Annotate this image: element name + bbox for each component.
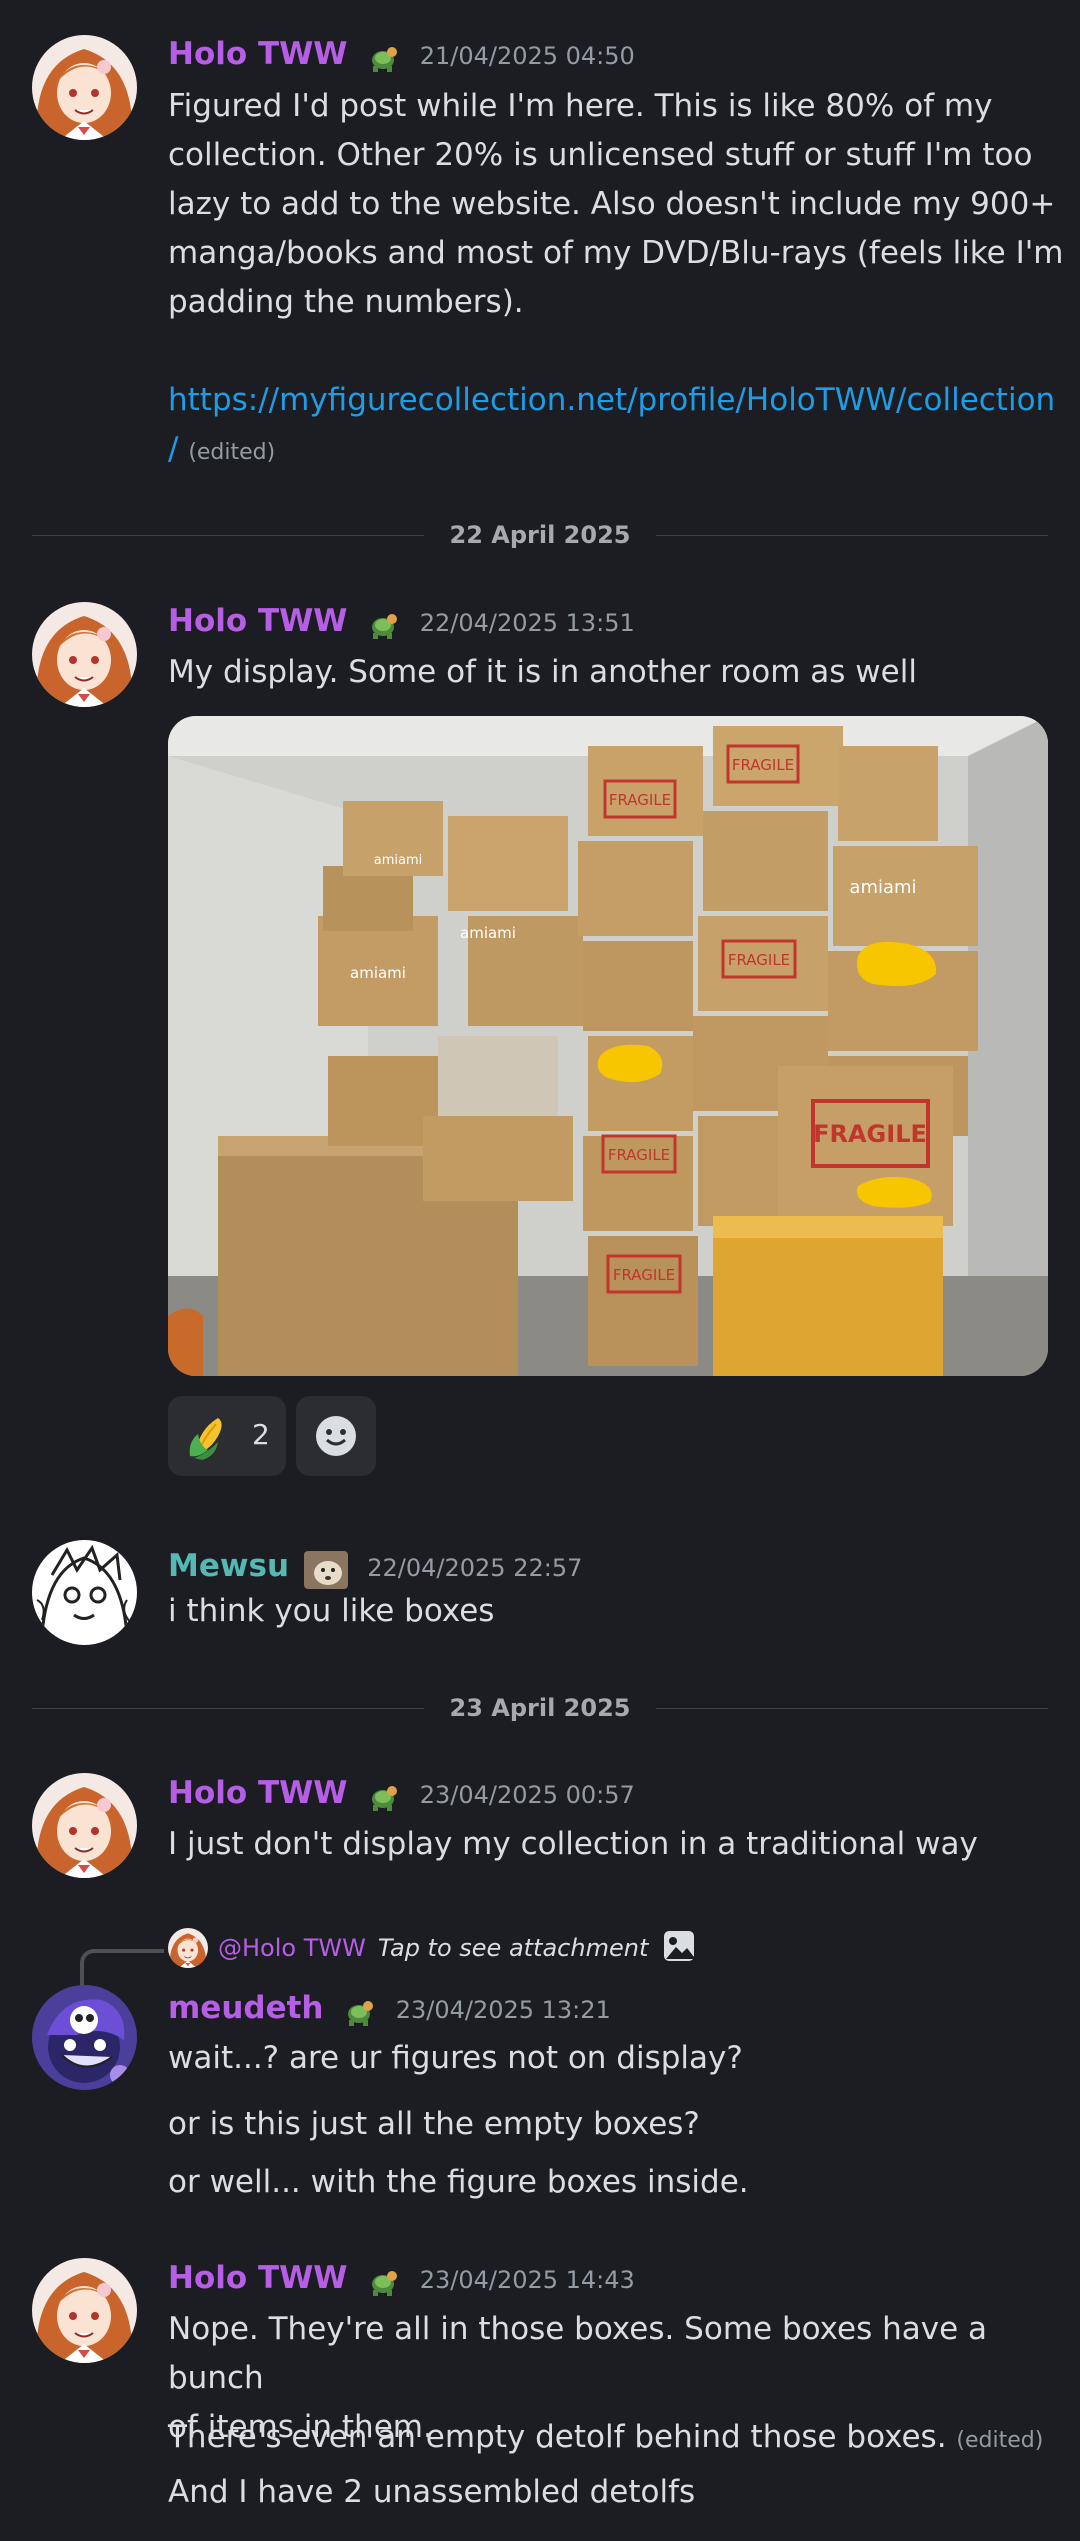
smiley-icon (314, 1414, 358, 1462)
username[interactable]: Holo TWW (168, 603, 348, 639)
box-label: FRAGILE (613, 1266, 675, 1284)
box-label: FRAGILE (608, 1146, 670, 1164)
message-line: padding the numbers). (168, 284, 524, 320)
turtle-badge-icon (365, 40, 401, 80)
message-body: Figured I'd post while I'm here. This is… (168, 82, 1068, 327)
collection-link-end[interactable]: / (168, 431, 178, 467)
box-label: FRAGILE (609, 791, 671, 809)
message-link-block: https://myfigurecollection.net/profile/H… (168, 376, 1068, 477)
edited-label: (edited) (188, 440, 276, 465)
divider-line (32, 535, 424, 536)
turtle-badge-icon (365, 1779, 401, 1819)
box-label: FRAGILE (732, 756, 794, 774)
date-divider: 22 April 2025 (449, 521, 631, 549)
reply-connector (80, 1949, 164, 1989)
message-header: Holo TWW 22/04/2025 13:51 (168, 603, 635, 647)
date-divider: 23 April 2025 (449, 1694, 631, 1722)
reaction-count: 2 (252, 1418, 270, 1451)
avatar-meudeth[interactable] (32, 1985, 137, 2090)
corn-emoji-icon (184, 1412, 232, 1464)
avatar-mewsu[interactable] (32, 1540, 137, 1645)
message-followup: or well... with the figure boxes inside. (168, 2164, 749, 2200)
message-followup: There's even an empty detolf behind thos… (168, 2413, 1068, 2465)
turtle-badge-icon (365, 2264, 401, 2304)
collection-link[interactable]: https://myfigurecollection.net/profile/H… (168, 376, 1068, 425)
message-body: wait...? are ur figures not on display? (168, 2040, 743, 2076)
message-line: lazy to add to the website. Also doesn't… (168, 186, 1056, 222)
reply-avatar (168, 1928, 208, 1968)
message-header: Holo TWW 23/04/2025 14:43 (168, 2260, 635, 2304)
followup-text: There's even an empty detolf behind thos… (168, 2419, 947, 2455)
reply-text: Tap to see attachment (377, 1934, 649, 1962)
reply-preview[interactable]: @Holo TWW Tap to see attachment (168, 1928, 696, 1968)
message-followup: And I have 2 unassembled detolfs (168, 2474, 696, 2510)
username[interactable]: meudeth (168, 1990, 324, 2026)
message-body: I just don't display my collection in a … (168, 1826, 978, 1862)
message-line: Figured I'd post while I'm here. This is… (168, 88, 993, 124)
avatar-holo[interactable] (32, 2258, 137, 2363)
avatar-holo[interactable] (32, 602, 137, 707)
username[interactable]: Holo TWW (168, 36, 348, 72)
reply-mention[interactable]: @Holo TWW (218, 1934, 366, 1962)
timestamp: 22/04/2025 22:57 (367, 1554, 583, 1582)
message-body: i think you like boxes (168, 1593, 495, 1629)
divider-line (656, 1708, 1048, 1709)
message-header: Mewsu 22/04/2025 22:57 (168, 1548, 582, 1593)
timestamp: 21/04/2025 04:50 (419, 42, 635, 70)
timestamp: 23/04/2025 14:43 (419, 2266, 635, 2294)
divider-line (32, 1708, 424, 1709)
username[interactable]: Mewsu (168, 1548, 289, 1584)
box-label: amiami (460, 924, 516, 942)
message-line: manga/books and most of my DVD/Blu-rays … (168, 235, 1064, 271)
turtle-badge-icon (341, 1994, 377, 2034)
divider-line (656, 535, 1048, 536)
username[interactable]: Holo TWW (168, 2260, 348, 2296)
message-line: Nope. They're all in those boxes. Some b… (168, 2311, 988, 2396)
edited-label: (edited) (956, 2428, 1044, 2453)
message-header: meudeth 23/04/2025 13:21 (168, 1990, 611, 2034)
image-icon (662, 1929, 696, 1967)
turtle-badge-icon (365, 607, 401, 647)
message-followup: or is this just all the empty boxes? (168, 2106, 700, 2142)
avatar-holo[interactable] (32, 35, 137, 140)
username[interactable]: Holo TWW (168, 1775, 348, 1811)
box-label: amiami (849, 877, 916, 898)
timestamp: 22/04/2025 13:51 (419, 609, 635, 637)
box-label: FRAGILE (728, 951, 790, 969)
message-header: Holo TWW 21/04/2025 04:50 (168, 36, 635, 80)
timestamp: 23/04/2025 00:57 (419, 1781, 635, 1809)
avatar-holo[interactable] (32, 1773, 137, 1878)
timestamp: 23/04/2025 13:21 (395, 1996, 611, 2024)
box-label: amiami (374, 853, 422, 868)
box-label: amiami (350, 964, 406, 982)
message-line: collection. Other 20% is unlicensed stuf… (168, 137, 1033, 173)
image-attachment[interactable]: FRAGILE FRAGILE FRAGILE FRAGILE FRAGILE … (168, 716, 1048, 1376)
reaction-corn[interactable]: 2 (168, 1396, 286, 1476)
message-body: My display. Some of it is in another roo… (168, 654, 917, 690)
message-header: Holo TWW 23/04/2025 00:57 (168, 1775, 635, 1819)
add-reaction-button[interactable] (296, 1396, 376, 1476)
box-label: FRAGILE (813, 1120, 927, 1148)
